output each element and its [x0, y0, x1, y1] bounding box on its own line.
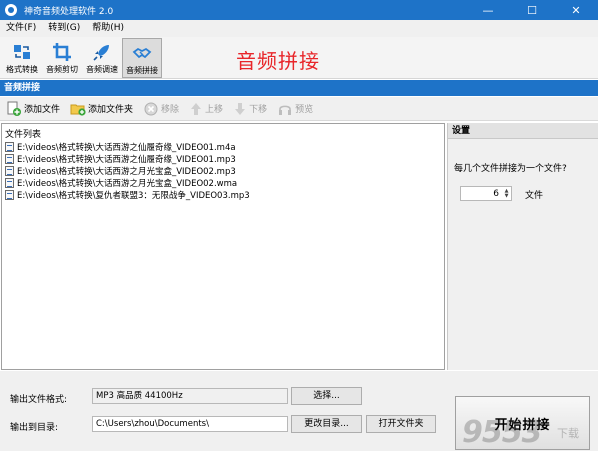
- file-list-header: 文件列表: [5, 130, 42, 140]
- add-folder-icon: [70, 104, 86, 116]
- action-toolbar: 添加文件 添加文件夹 移除 上移 下移 预览: [0, 97, 598, 121]
- tool-format-convert[interactable]: 格式转换: [2, 38, 42, 78]
- handshake-icon: [132, 47, 152, 59]
- audio-file-icon: [5, 190, 14, 200]
- audio-file-icon: [5, 166, 14, 176]
- tool-audio-speed[interactable]: 音频调速: [82, 38, 122, 78]
- start-join-button[interactable]: 开始拼接: [455, 396, 590, 450]
- files-per-join-value[interactable]: 6: [461, 189, 502, 199]
- audio-file-icon: [5, 178, 14, 188]
- output-format-label: 输出文件格式:: [10, 395, 68, 405]
- file-row[interactable]: E:\videos\格式转换\大话西游之月光宝盒_VIDEO02.wma: [2, 177, 444, 189]
- output-panel: 输出文件格式: MP3 高品质 44100Hz 选择... 输出到目录: C:\…: [0, 371, 598, 451]
- file-path: E:\videos\格式转换\大话西游之仙履奇缘_VIDEO01.mp3: [17, 155, 236, 165]
- files-per-join-spinner[interactable]: 6 ▲ ▼: [460, 186, 512, 201]
- add-file-button[interactable]: 添加文件: [6, 101, 60, 117]
- add-file-label: 添加文件: [24, 105, 61, 115]
- file-path: E:\videos\格式转换\大话西游之仙履奇缘_VIDEO01.m4a: [17, 143, 236, 153]
- tool-audio-speed-label: 音频调速: [86, 65, 118, 74]
- tool-audio-cut-label: 音频剪切: [46, 65, 78, 74]
- app-icon: [5, 4, 17, 16]
- remove-label: 移除: [161, 105, 180, 115]
- tool-format-convert-label: 格式转换: [6, 65, 38, 74]
- file-row[interactable]: E:\videos\格式转换\大话西游之仙履奇缘_VIDEO01.m4a: [2, 141, 444, 153]
- rocket-icon: [93, 45, 109, 61]
- file-path: E:\videos\格式转换\复仇者联盟3：无限战争_VIDEO03.mp3: [17, 191, 250, 201]
- spinner-down-icon[interactable]: ▼: [505, 193, 509, 199]
- tool-audio-cut[interactable]: 音频剪切: [42, 38, 82, 78]
- arrow-down-icon: [235, 102, 246, 115]
- title-bar: 神奇音频处理软件 2.0 — ☐ ✕: [0, 0, 598, 20]
- file-row[interactable]: E:\videos\格式转换\大话西游之仙履奇缘_VIDEO01.mp3: [2, 153, 444, 165]
- move-up-button[interactable]: 上移: [189, 101, 223, 117]
- maximize-button[interactable]: ☐: [510, 0, 554, 20]
- minimize-button[interactable]: —: [466, 0, 510, 20]
- output-dir-label: 输出到目录:: [10, 423, 59, 433]
- files-per-join-question: 每几个文件拼接为一个文件?: [454, 164, 567, 174]
- audio-file-icon: [5, 142, 14, 152]
- preview-button[interactable]: 预览: [277, 101, 313, 117]
- file-path: E:\videos\格式转换\大话西游之月光宝盒_VIDEO02.mp3: [17, 167, 236, 177]
- audio-file-icon: [5, 154, 14, 164]
- settings-panel: 设置 每几个文件拼接为一个文件? 6 ▲ ▼ 文件: [447, 123, 598, 370]
- crop-icon: [53, 43, 71, 61]
- spinner-arrows[interactable]: ▲ ▼: [502, 187, 511, 200]
- add-folder-label: 添加文件夹: [88, 105, 134, 115]
- arrow-up-icon: [191, 102, 202, 115]
- window-title: 神奇音频处理软件 2.0: [24, 6, 114, 17]
- add-file-icon: [7, 101, 21, 116]
- file-row[interactable]: E:\videos\格式转换\复仇者联盟3：无限战争_VIDEO03.mp3: [2, 189, 444, 201]
- move-down-label: 下移: [249, 105, 268, 115]
- file-row[interactable]: E:\videos\格式转换\大话西游之月光宝盒_VIDEO02.mp3: [2, 165, 444, 177]
- add-folder-button[interactable]: 添加文件夹: [70, 101, 133, 117]
- menu-help[interactable]: 帮助(H): [86, 20, 130, 37]
- section-title: 音频拼接: [0, 80, 598, 96]
- file-list[interactable]: 文件列表 E:\videos\格式转换\大话西游之仙履奇缘_VIDEO01.m4…: [1, 123, 445, 370]
- preview-label: 预览: [295, 105, 314, 115]
- settings-header: 设置: [448, 123, 598, 139]
- file-path: E:\videos\格式转换\大话西游之月光宝盒_VIDEO02.wma: [17, 179, 238, 189]
- output-format-field: MP3 高品质 44100Hz: [92, 388, 288, 404]
- window-controls: — ☐ ✕: [466, 0, 598, 20]
- menu-file[interactable]: 文件(F): [0, 20, 42, 37]
- tool-audio-join[interactable]: 音频拼接: [122, 38, 162, 78]
- remove-icon: [144, 102, 158, 115]
- open-folder-button[interactable]: 打开文件夹: [366, 415, 436, 433]
- choose-format-button[interactable]: 选择...: [291, 387, 362, 405]
- remove-button[interactable]: 移除: [143, 101, 179, 117]
- move-down-button[interactable]: 下移: [233, 101, 267, 117]
- move-up-label: 上移: [205, 105, 224, 115]
- menu-goto[interactable]: 转到(G): [42, 20, 86, 37]
- headphones-icon: [279, 105, 292, 115]
- files-unit-label: 文件: [525, 191, 544, 201]
- change-dir-button[interactable]: 更改目录...: [291, 415, 362, 433]
- main-toolbar: 格式转换 音频剪切 音频调速 音频拼接 音频拼接: [0, 37, 598, 79]
- tool-audio-join-label: 音频拼接: [126, 66, 158, 75]
- convert-icon: [14, 45, 30, 59]
- close-button[interactable]: ✕: [554, 0, 598, 20]
- feature-banner: 音频拼接: [236, 49, 320, 73]
- menu-bar: 文件(F) 转到(G) 帮助(H): [0, 20, 598, 37]
- output-dir-input[interactable]: C:\Users\zhou\Documents\: [92, 416, 288, 432]
